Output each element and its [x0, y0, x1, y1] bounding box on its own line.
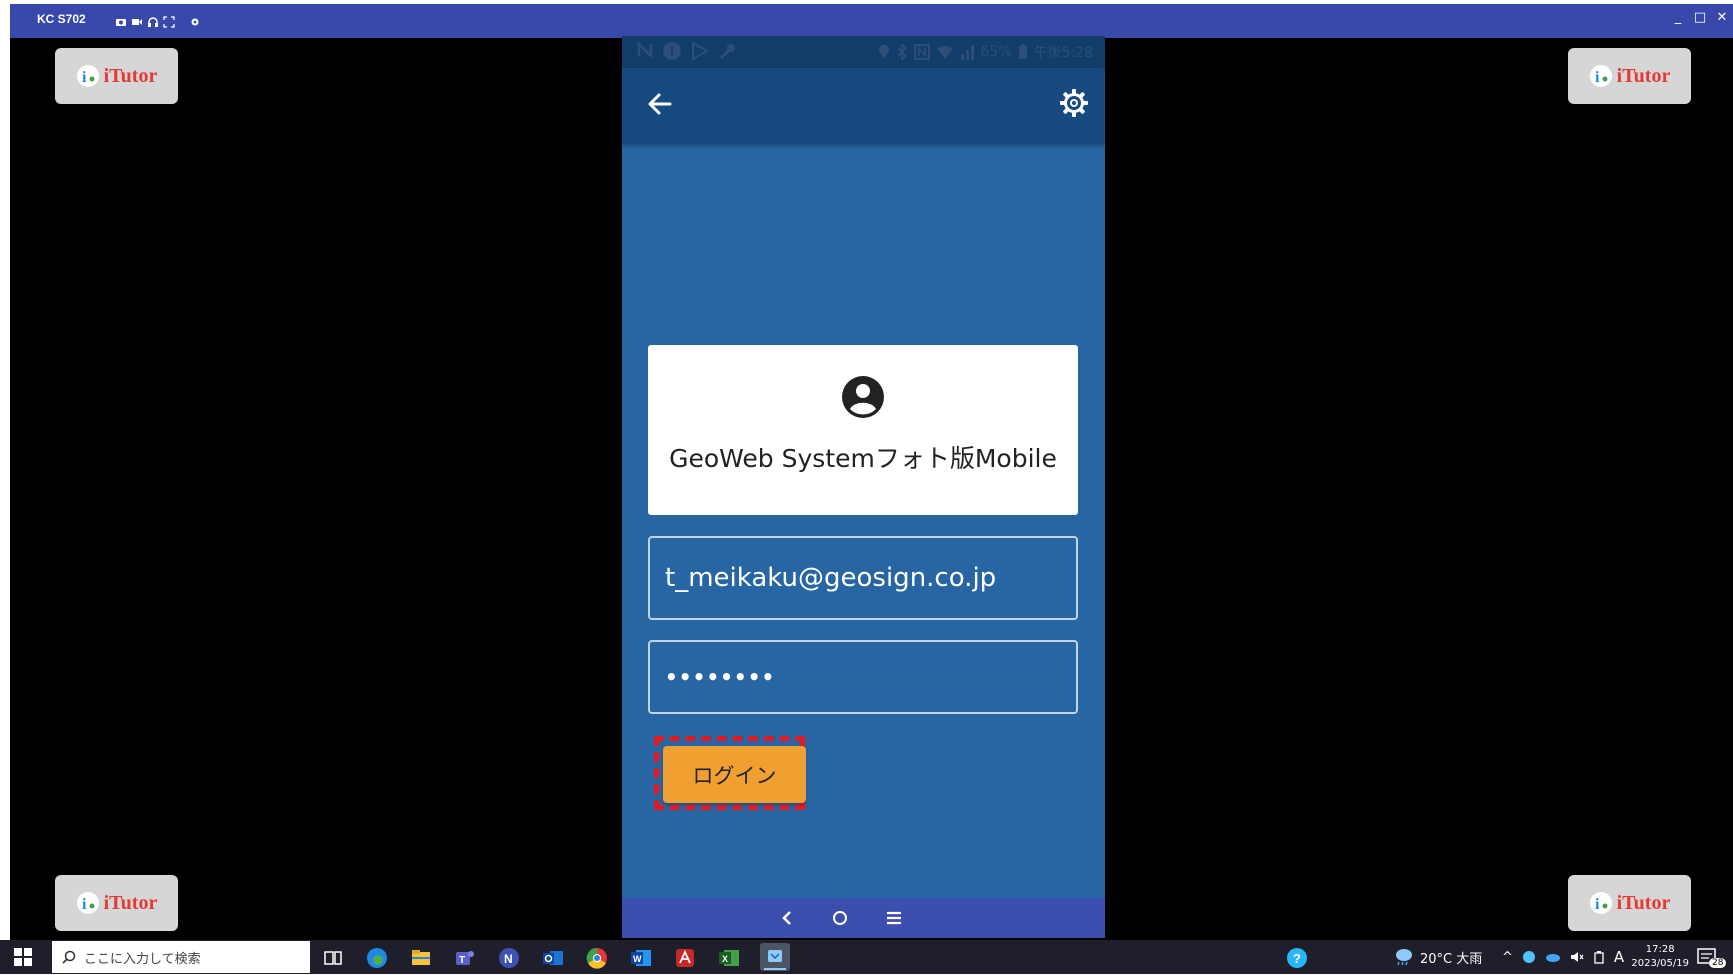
- nav-home-icon[interactable]: [829, 907, 851, 929]
- system-tray: ^ A: [1502, 940, 1624, 974]
- app-title: GeoWeb Systemフォト版Mobile: [669, 444, 1057, 473]
- help-icon[interactable]: ?: [1286, 947, 1308, 969]
- login-button[interactable]: ログイン: [663, 746, 806, 803]
- svg-text:T: T: [459, 955, 465, 966]
- weather-widget[interactable]: 20°C 大雨: [1392, 940, 1482, 974]
- back-arrow-icon[interactable]: [646, 90, 674, 118]
- email-field[interactable]: t_meikaku@geosign.co.jp: [648, 536, 1078, 620]
- taskbar-search-box[interactable]: ここに入力して検索: [52, 941, 310, 973]
- status-left-icons: [636, 41, 738, 61]
- fullscreen-icon[interactable]: [163, 13, 175, 28]
- battery-percent: 65%: [980, 44, 1012, 60]
- battery-icon: [1018, 44, 1027, 59]
- wrench-icon: [719, 44, 735, 60]
- svg-text:i: i: [82, 896, 87, 913]
- app-n-icon[interactable]: N: [498, 947, 520, 969]
- speaker-muted-icon[interactable]: [1570, 950, 1584, 964]
- headset-icon[interactable]: [147, 13, 159, 27]
- app-header-card: GeoWeb Systemフォト版Mobile: [648, 345, 1078, 515]
- screenshot-icon[interactable]: [115, 13, 127, 26]
- itutor-watermark-bottom-right: i iTutor: [1568, 875, 1691, 931]
- login-highlight-box: ログイン: [654, 736, 806, 810]
- titlebar-toolbar: [115, 13, 201, 28]
- notification-center[interactable]: 28: [1697, 940, 1727, 974]
- record-icon[interactable]: [131, 13, 143, 25]
- clock-date: 2023/05/19: [1631, 958, 1689, 969]
- notification-count: 28: [1709, 958, 1727, 968]
- weather-rain-icon: [1396, 949, 1412, 966]
- n-notification-icon: [637, 41, 653, 59]
- tray-expand-icon[interactable]: ^: [1502, 950, 1513, 965]
- password-field[interactable]: ••••••••: [648, 640, 1078, 714]
- chrome-icon[interactable]: [586, 947, 608, 969]
- windows-taskbar: ここに入力して検索 T N W X ? 20°C 大雨 ^ A 17:28 20…: [0, 940, 1733, 974]
- outlook-icon[interactable]: [542, 947, 564, 969]
- weather-text: 20°C 大雨: [1420, 951, 1483, 967]
- svg-text:i: i: [1595, 896, 1600, 913]
- itutor-watermark-top-left: i iTutor: [55, 48, 178, 104]
- itutor-logo-icon: i: [1589, 892, 1612, 914]
- nav-menu-icon[interactable]: [883, 907, 905, 929]
- itutor-brand: iTutor: [1616, 891, 1671, 914]
- onedrive-icon[interactable]: [1545, 951, 1561, 963]
- itutor-logo-icon: i: [1589, 65, 1612, 87]
- settings-icon[interactable]: [189, 13, 201, 26]
- nfc-icon: [914, 44, 931, 60]
- svg-text:X: X: [722, 954, 728, 964]
- window-titlebar: KC S702 _ □ ✕: [10, 4, 1733, 38]
- mirror-app-taskbar-button[interactable]: [760, 943, 790, 971]
- tray-cloud-icon[interactable]: [1522, 950, 1536, 964]
- mirror-app-icon: [764, 950, 786, 970]
- word-icon[interactable]: W: [630, 947, 652, 969]
- nav-back-icon[interactable]: [776, 907, 798, 929]
- app-bar: [622, 68, 1105, 144]
- ime-indicator[interactable]: A: [1614, 948, 1624, 966]
- phone-nav-bar: [622, 898, 1105, 938]
- itutor-watermark-top-right: i iTutor: [1568, 48, 1691, 104]
- location-icon: [879, 44, 890, 59]
- svg-text:?: ?: [1293, 951, 1301, 966]
- phone-status-bar: 65% 午後5:28: [622, 36, 1105, 68]
- window-title: KC S702: [37, 12, 86, 26]
- acrobat-icon[interactable]: [674, 947, 696, 969]
- taskbar-clock[interactable]: 17:28 2023/05/19: [1631, 943, 1689, 971]
- window-controls: _ □ ✕: [1671, 10, 1729, 25]
- svg-text:N: N: [504, 952, 513, 966]
- excel-icon[interactable]: X: [718, 947, 740, 969]
- windows-start-icon[interactable]: [14, 948, 32, 966]
- svg-text:i: i: [1595, 69, 1600, 86]
- minimize-button[interactable]: _: [1671, 10, 1685, 25]
- task-view-icon[interactable]: [322, 947, 344, 969]
- teams-icon[interactable]: T: [454, 947, 476, 969]
- itutor-brand: iTutor: [103, 64, 158, 87]
- svg-text:i: i: [82, 69, 87, 86]
- itutor-logo-icon: i: [76, 892, 99, 914]
- itutor-brand: iTutor: [1616, 64, 1671, 87]
- search-icon: [62, 950, 76, 964]
- status-right-icons: 65% 午後5:28: [878, 42, 1093, 62]
- info-notification-icon: [663, 42, 681, 60]
- file-explorer-icon[interactable]: [410, 947, 432, 969]
- search-placeholder: ここに入力して検索: [84, 951, 201, 967]
- signal-icon: [961, 45, 975, 60]
- account-circle-icon: [842, 376, 884, 418]
- itutor-watermark-bottom-left: i iTutor: [55, 875, 178, 931]
- screen: KC S702 _ □ ✕ i iTutor i iTutor i iTutor…: [0, 0, 1733, 974]
- wifi-icon: [937, 45, 954, 59]
- itutor-brand: iTutor: [103, 891, 158, 914]
- maximize-button[interactable]: □: [1693, 10, 1707, 25]
- gear-icon[interactable]: [1059, 88, 1089, 118]
- itutor-logo-icon: i: [76, 65, 99, 87]
- svg-text:W: W: [633, 954, 642, 964]
- edge-icon[interactable]: [366, 947, 388, 969]
- phone-screen: 65% 午後5:28 GeoWeb Systemフォト版Mobile t_mei…: [622, 36, 1105, 938]
- status-time: 午後5:28: [1033, 45, 1093, 61]
- battery-tray-icon[interactable]: [1593, 950, 1605, 964]
- close-button[interactable]: ✕: [1715, 10, 1729, 25]
- play-store-icon: [692, 41, 710, 61]
- clock-time: 17:28: [1645, 944, 1675, 955]
- bluetooth-icon: [897, 44, 908, 60]
